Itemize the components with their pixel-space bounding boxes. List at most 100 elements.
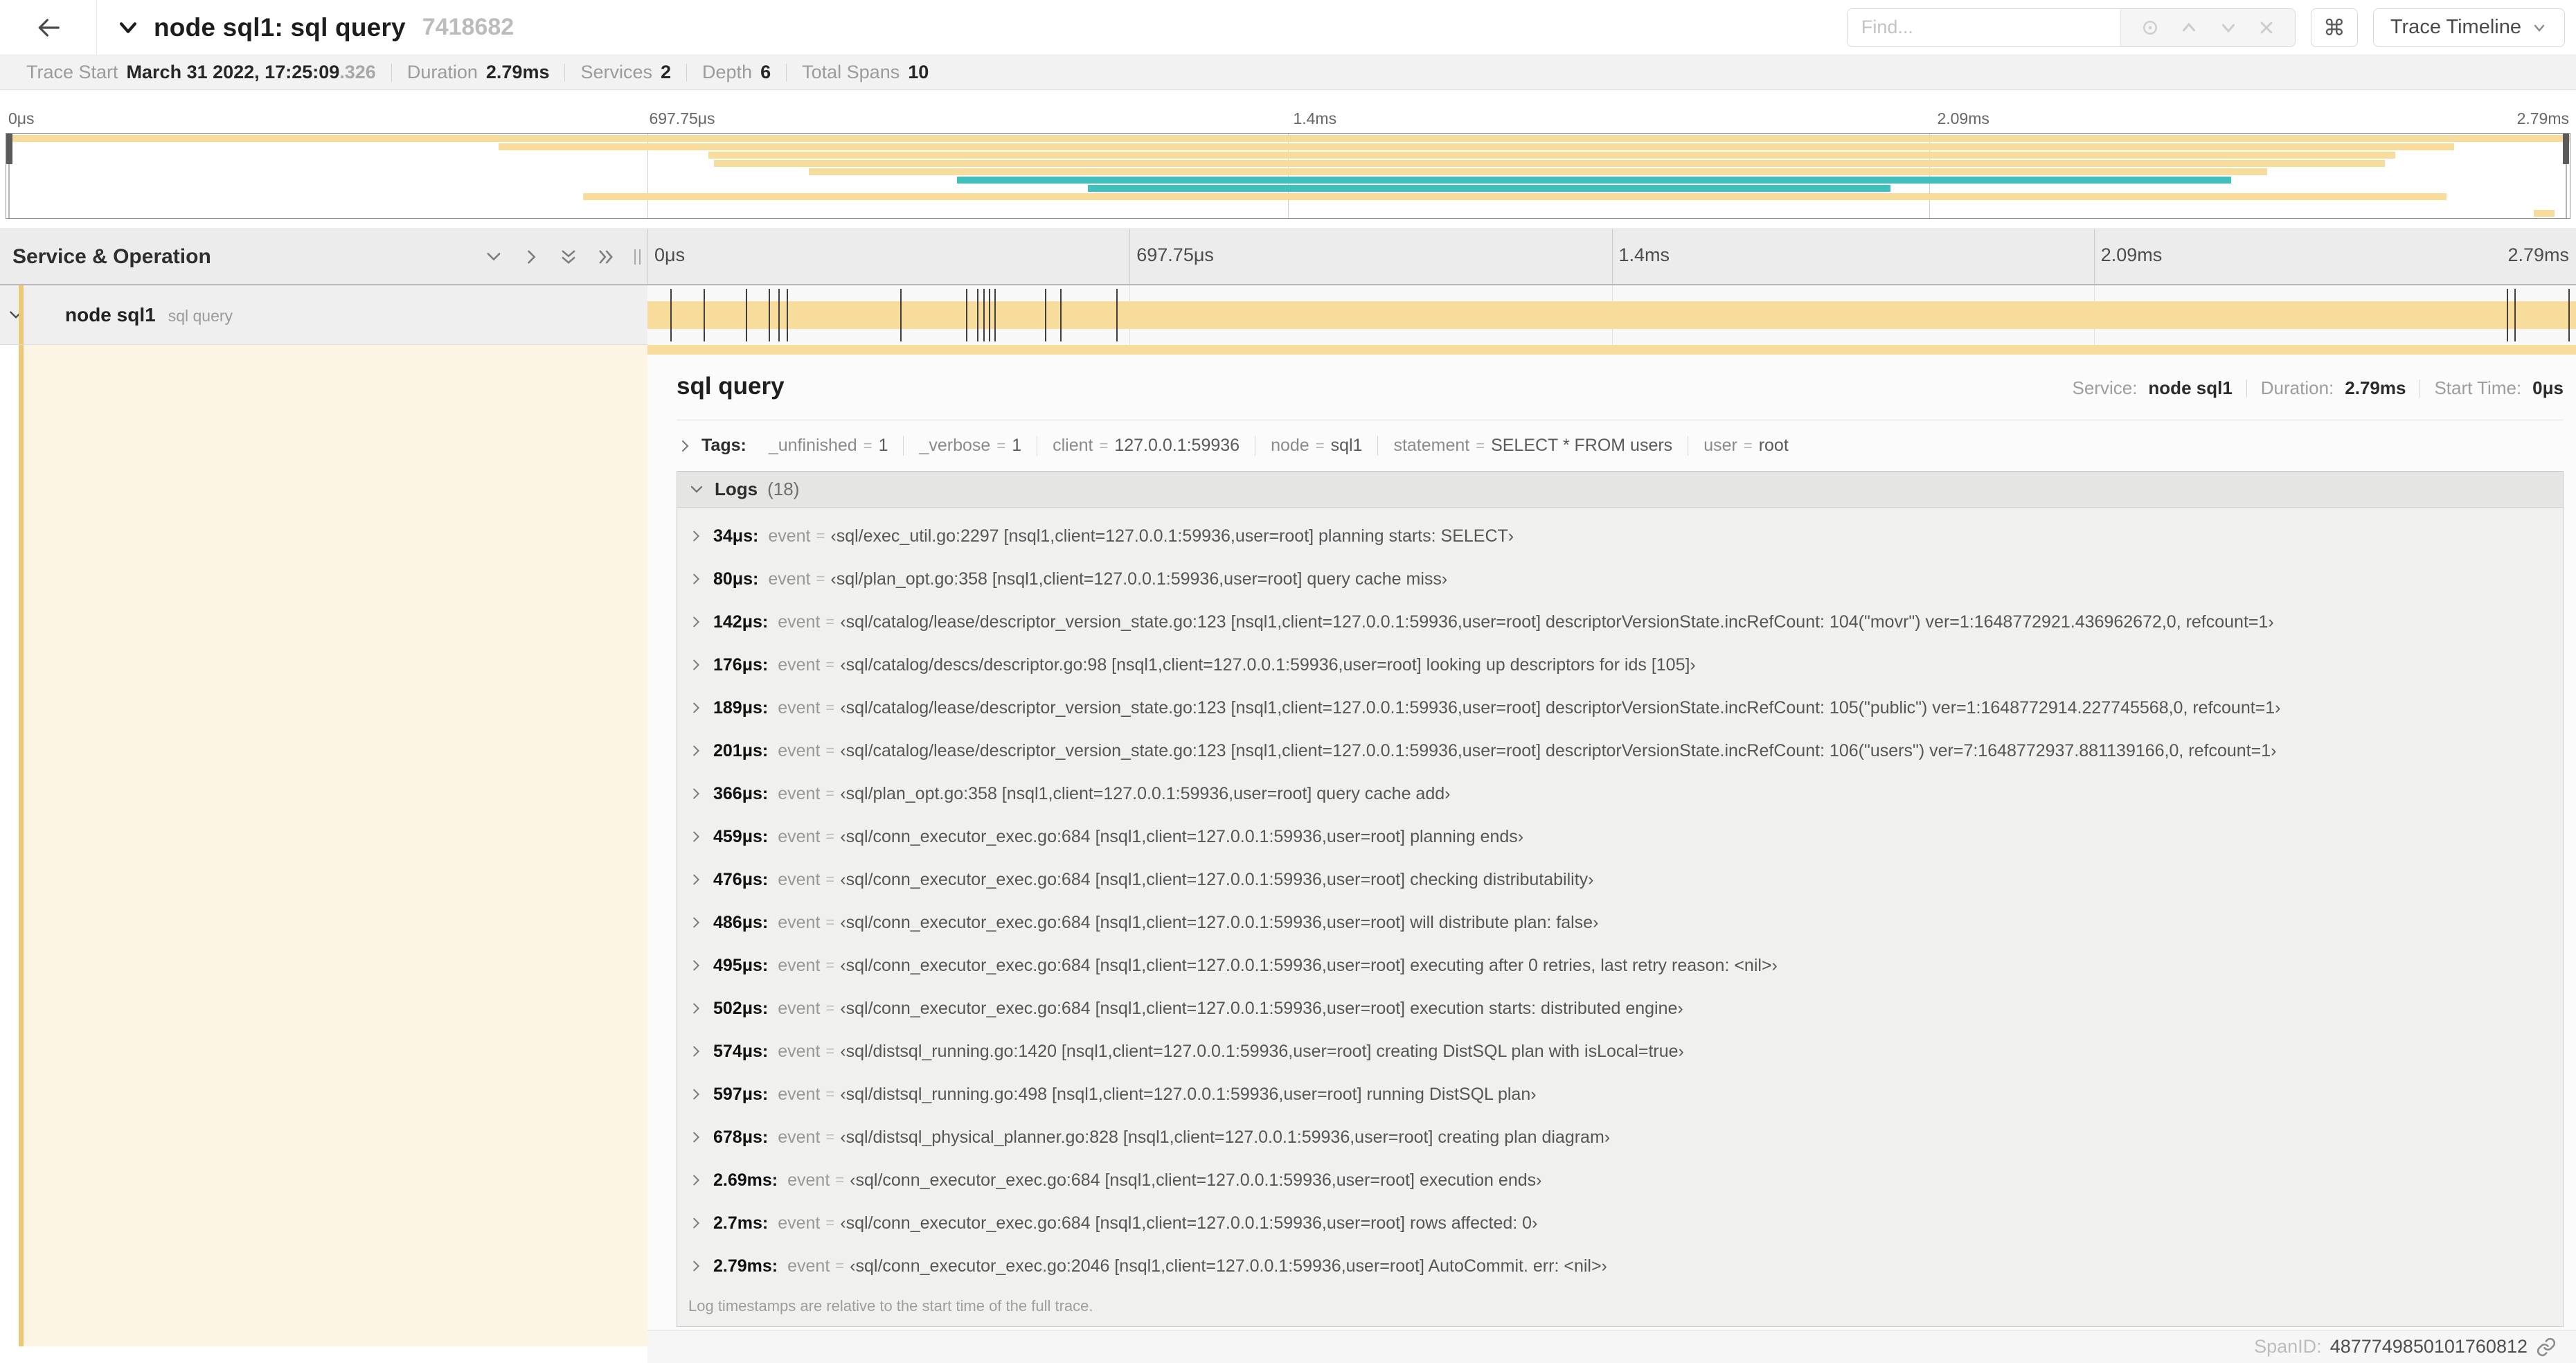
logs-header[interactable]: Logs (18) xyxy=(677,472,2563,508)
span-duration-bar[interactable] xyxy=(647,289,2576,341)
log-marker-tick[interactable] xyxy=(1044,289,1046,341)
log-entry[interactable]: 574μs: event = ‹sql/distsql_running.go:1420… xyxy=(677,1030,2563,1073)
log-message: ‹sql/conn_executor_exec.go:684 [nsql1,cl… xyxy=(840,998,1683,1018)
log-marker-tick[interactable] xyxy=(2506,289,2508,341)
log-marker-tick[interactable] xyxy=(988,289,990,341)
log-marker-tick[interactable] xyxy=(983,289,985,341)
tag-pill[interactable]: client = 127.0.0.1:59936 xyxy=(1037,436,1255,456)
span-service-name: node sql1 xyxy=(65,303,156,326)
next-match-icon[interactable] xyxy=(2218,17,2239,38)
log-entry[interactable]: 2.79ms: event = ‹sql/conn_executor_exec.go:… xyxy=(677,1245,2563,1288)
log-entry[interactable]: 502μs: event = ‹sql/conn_executor_exec.go:6… xyxy=(677,987,2563,1030)
find-box xyxy=(1846,8,2296,47)
collapse-one-icon[interactable] xyxy=(484,247,503,267)
log-entry[interactable]: 495μs: event = ‹sql/conn_executor_exec.go:6… xyxy=(677,944,2563,987)
equals-glyph: = xyxy=(825,871,835,888)
log-message: ‹sql/conn_executor_exec.go:684 [nsql1,cl… xyxy=(840,955,1778,975)
log-entry[interactable]: 597μs: event = ‹sql/distsql_running.go:498 … xyxy=(677,1073,2563,1116)
log-marker-tick[interactable] xyxy=(2514,289,2516,341)
tag-pill[interactable]: user = root xyxy=(1688,436,1804,456)
log-marker-tick[interactable] xyxy=(1116,289,1118,341)
tag-pill[interactable]: node = sql1 xyxy=(1255,436,1377,456)
detail-left-column xyxy=(0,345,647,1363)
detail-span-stats: Service: node sql1 Duration: 2.79ms Start … xyxy=(2072,377,2564,398)
log-entry[interactable]: 142μs: event = ‹sql/catalog/lease/descripto… xyxy=(677,600,2563,643)
chevron-right-icon xyxy=(693,831,700,842)
log-entry[interactable]: 2.69ms: event = ‹sql/conn_executor_exec.go:… xyxy=(677,1159,2563,1202)
view-range-right-scrubber[interactable] xyxy=(2563,134,2569,164)
equals-glyph: = xyxy=(825,613,835,630)
log-timestamp: 574μs: xyxy=(713,1041,769,1061)
keyboard-shortcuts-button[interactable]: ⌘ xyxy=(2310,8,2358,47)
span-name-cell[interactable]: node sql1 sql query xyxy=(0,285,647,345)
log-field-key: event xyxy=(778,654,821,675)
tag-key: _verbose xyxy=(919,436,991,455)
log-entry[interactable]: 2.7ms: event = ‹sql/conn_executor_exec.go:6… xyxy=(677,1202,2563,1245)
chevron-right-icon xyxy=(693,1003,700,1014)
log-marker-tick[interactable] xyxy=(900,289,902,341)
span-bar-cell[interactable] xyxy=(647,285,2576,345)
log-marker-tick[interactable] xyxy=(994,289,996,341)
tag-pill[interactable]: _unfinished = 1 xyxy=(753,436,904,456)
minimap-span-bar xyxy=(1088,185,1890,192)
log-timestamp: 80μs: xyxy=(713,569,759,589)
match-highlight-icon[interactable] xyxy=(2140,17,2161,38)
minimap-span-bar xyxy=(2534,210,2555,217)
log-marker-tick[interactable] xyxy=(778,289,780,341)
log-entry[interactable]: 486μs: event = ‹sql/conn_executor_exec.go:6… xyxy=(677,901,2563,944)
log-marker-tick[interactable] xyxy=(703,289,705,341)
tag-pill[interactable]: _verbose = 1 xyxy=(903,436,1037,456)
log-marker-tick[interactable] xyxy=(977,289,979,341)
log-message: ‹sql/distsql_running.go:1420 [nsql1,clie… xyxy=(840,1041,1684,1061)
log-field-key: event xyxy=(778,697,821,718)
log-timestamp: 495μs: xyxy=(713,955,769,975)
minimap-tick-label: 697.75μs xyxy=(649,109,715,127)
ruler-tick-label: 2.79ms xyxy=(2507,244,2569,265)
tags-row[interactable]: Tags: _unfinished = 1 _verbose = 1 client = 127.… xyxy=(677,436,2564,456)
clear-find-icon[interactable] xyxy=(2257,18,2276,37)
collapse-all-icon[interactable] xyxy=(559,247,578,267)
tag-pill[interactable]: statement = SELECT * FROM users xyxy=(1377,436,1688,456)
log-marker-tick[interactable] xyxy=(2568,289,2570,341)
tag-key: _unfinished xyxy=(768,436,857,455)
log-marker-tick[interactable] xyxy=(786,289,788,341)
log-entry[interactable]: 678μs: event = ‹sql/distsql_physical_planne… xyxy=(677,1116,2563,1159)
equals-glyph: = xyxy=(825,1042,835,1060)
minimap-span-bar xyxy=(498,143,2455,150)
log-marker-tick[interactable] xyxy=(670,289,672,341)
log-entry[interactable]: 201μs: event = ‹sql/catalog/lease/descripto… xyxy=(677,729,2563,772)
minimap-span-bar xyxy=(713,160,2386,167)
timeline-minimap[interactable] xyxy=(6,133,2570,219)
back-button[interactable] xyxy=(0,0,97,55)
trace-timeline-page: node sql1: sql query 7418682 Find... ⌘ T… xyxy=(0,0,2576,1363)
deep-link-icon[interactable] xyxy=(2536,1337,2557,1357)
log-entry[interactable]: 459μs: event = ‹sql/conn_executor_exec.go:6… xyxy=(677,815,2563,858)
log-marker-tick[interactable] xyxy=(746,289,748,341)
expand-one-icon[interactable] xyxy=(521,247,541,267)
trace-title-group[interactable]: node sql1: sql query 7418682 xyxy=(97,13,1847,42)
log-entry[interactable]: 176μs: event = ‹sql/catalog/descs/descripto… xyxy=(677,643,2563,686)
log-message: ‹sql/exec_util.go:2297 [nsql1,client=127… xyxy=(830,526,1514,546)
column-resizer[interactable] xyxy=(634,249,641,265)
find-input[interactable] xyxy=(1847,8,2120,46)
log-entry[interactable]: 80μs: event = ‹sql/plan_opt.go:358 [nsql1,c… xyxy=(677,558,2563,600)
log-marker-tick[interactable] xyxy=(1059,289,1062,341)
log-marker-tick[interactable] xyxy=(965,289,967,341)
view-range-left-scrubber[interactable] xyxy=(6,134,12,164)
log-entry[interactable]: 366μs: event = ‹sql/plan_opt.go:358 [nsql1,… xyxy=(677,772,2563,815)
log-entry[interactable]: 189μs: event = ‹sql/catalog/lease/descripto… xyxy=(677,686,2563,729)
log-entry[interactable]: 476μs: event = ‹sql/conn_executor_exec.go:6… xyxy=(677,858,2563,901)
trace-depth: Depth 6 xyxy=(702,62,771,82)
tree-gutter xyxy=(0,345,19,1346)
trace-view-select[interactable]: Trace Timeline xyxy=(2372,8,2565,47)
log-marker-tick[interactable] xyxy=(769,289,771,341)
span-row: node sql1 sql query xyxy=(0,285,2576,345)
trace-meta-bar: Trace Start March 31 2022, 17:25:09.326 … xyxy=(0,55,2576,90)
expand-all-icon[interactable] xyxy=(596,247,616,267)
ruler-tick-label: 697.75μs xyxy=(1136,244,1214,265)
log-field-key: event xyxy=(778,912,821,932)
log-timestamp: 597μs: xyxy=(713,1084,769,1104)
prev-match-icon[interactable] xyxy=(2179,17,2199,38)
log-entry[interactable]: 34μs: event = ‹sql/exec_util.go:2297 [nsql1… xyxy=(677,515,2563,558)
selected-span-bar-strip xyxy=(647,345,2576,355)
